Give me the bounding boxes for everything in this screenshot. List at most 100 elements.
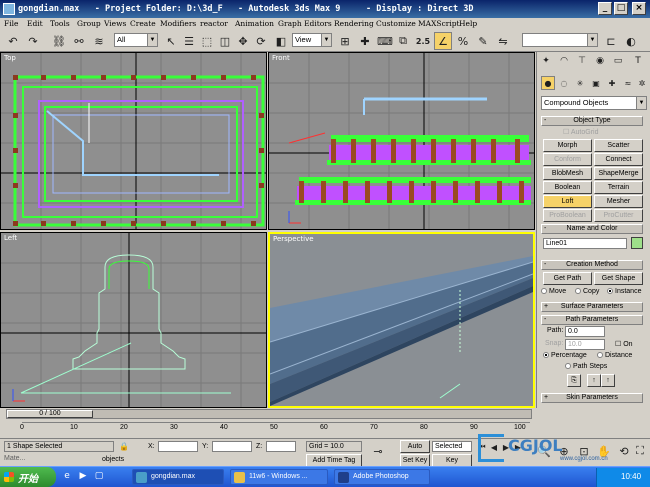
viewport-front[interactable]: Front (268, 52, 535, 230)
scatter-button[interactable]: Scatter (594, 139, 643, 152)
taskbar-item-photoshop[interactable]: Adobe Photoshop (334, 469, 430, 485)
autogrid-checkbox[interactable]: ☐ AutoGrid (563, 128, 598, 136)
menu-tools[interactable]: Tools (50, 19, 70, 28)
menu-help[interactable]: Help (459, 19, 477, 28)
quick-launch-ie-icon[interactable]: e (60, 469, 74, 483)
menu-views[interactable]: Views (104, 19, 126, 28)
distance-radio[interactable]: Distance (597, 352, 632, 359)
boolean-button[interactable]: Boolean (543, 181, 592, 194)
menu-group[interactable]: Group (77, 19, 101, 28)
menu-graph-editors[interactable]: Graph Editors (278, 19, 332, 28)
auto-key-button[interactable]: Auto Key (400, 440, 430, 461)
previous-shape-icon[interactable]: ↑ (587, 374, 601, 387)
x-coordinate-field[interactable] (158, 441, 198, 452)
quick-launch-desktop-icon[interactable]: ▢ (92, 469, 106, 483)
menu-create[interactable]: Create (130, 19, 156, 28)
start-button[interactable]: 开始 (0, 467, 56, 487)
mirror-icon[interactable]: ⇋ (494, 32, 512, 50)
get-path-button[interactable]: Get Path (543, 272, 592, 285)
angle-snap-icon[interactable]: 2.5 (414, 32, 432, 50)
path-steps-radio[interactable]: Path Steps (565, 363, 607, 370)
utilities-tab-icon[interactable]: T (631, 54, 645, 68)
key-mode-icon[interactable]: ⊸ (370, 443, 386, 459)
select-move-icon[interactable]: ✥ (234, 32, 252, 50)
select-manipulate-icon[interactable]: ✚ (356, 32, 374, 50)
path-value-field[interactable]: 0.0 (565, 326, 605, 337)
systems-category-icon[interactable]: ✲ (635, 76, 649, 90)
surface-parameters-rollout[interactable]: + Surface Parameters (541, 302, 643, 312)
helpers-category-icon[interactable]: ✚ (605, 76, 619, 90)
creation-method-rollout[interactable]: - Creation Method (541, 260, 643, 270)
taskbar-item-3dsmax[interactable]: gongdian.max (132, 469, 224, 485)
blobmesh-button[interactable]: BlobMesh (543, 167, 592, 180)
link-icon[interactable]: ⛓ (50, 32, 68, 50)
maxscript-listener[interactable]: Mate... (4, 455, 25, 462)
minimize-button[interactable]: _ (598, 2, 612, 15)
window-crossing-icon[interactable]: ◫ (216, 32, 234, 50)
viewport-top[interactable]: Top (0, 52, 267, 230)
hierarchy-tab-icon[interactable]: ⊤ (575, 54, 589, 68)
menu-reactor[interactable]: reactor (200, 19, 228, 28)
modify-tab-icon[interactable]: ◠ (557, 54, 571, 68)
motion-tab-icon[interactable]: ◉ (593, 54, 607, 68)
next-shape-icon[interactable]: ↑ (601, 374, 615, 387)
conform-button[interactable]: Conform (543, 153, 592, 166)
viewport-left[interactable]: Left (0, 232, 267, 408)
menu-maxscript[interactable]: MAXScript (418, 19, 460, 28)
redo-icon[interactable]: ↷ (24, 32, 42, 50)
z-coordinate-field[interactable] (266, 441, 296, 452)
selection-filter-dropdown[interactable]: All ▼ (114, 33, 158, 47)
select-rotate-icon[interactable]: ⟳ (252, 32, 270, 50)
loft-button[interactable]: Loft (543, 195, 592, 208)
morph-button[interactable]: Morph (543, 139, 592, 152)
lock-selection-icon[interactable]: 🔒 (118, 440, 130, 452)
snap-value-field[interactable]: 10.0 (565, 339, 605, 350)
align-icon[interactable]: ⊏ (602, 32, 620, 50)
menu-file[interactable]: File (4, 19, 18, 28)
get-shape-button[interactable]: Get Shape (594, 272, 643, 285)
pick-shape-icon[interactable]: ⎘ (567, 374, 581, 387)
material-editor-icon[interactable]: ◐ (622, 32, 640, 50)
skin-parameters-rollout[interactable]: + Skin Parameters (541, 393, 643, 403)
menu-animation[interactable]: Animation (235, 19, 274, 28)
spacewarps-category-icon[interactable]: ≈ (621, 76, 635, 90)
lights-category-icon[interactable]: ✳ (573, 76, 587, 90)
pivot-center-icon[interactable]: ⊞ (336, 32, 354, 50)
object-color-swatch[interactable] (631, 237, 643, 249)
cameras-category-icon[interactable]: ▣ (589, 76, 603, 90)
time-slider[interactable]: 0 / 100 (6, 409, 532, 419)
geometry-category-icon[interactable]: ● (541, 76, 555, 90)
spinner-snap-icon[interactable]: % (454, 32, 472, 50)
display-tab-icon[interactable]: ▭ (611, 54, 625, 68)
path-parameters-rollout[interactable]: - Path Parameters (541, 315, 643, 325)
create-tab-icon[interactable]: ✦ (539, 54, 553, 68)
mesher-button[interactable]: Mesher (594, 195, 643, 208)
object-type-rollout[interactable]: - Object Type (541, 116, 643, 126)
select-by-name-icon[interactable]: ☰ (180, 32, 198, 50)
snap-on-checkbox[interactable]: ☐ On (615, 340, 633, 348)
taskbar-item-explorer[interactable]: 11w6 - Windows ... (230, 469, 328, 485)
shapes-category-icon[interactable]: ◌ (557, 76, 571, 90)
maximize-button[interactable]: □ (614, 2, 628, 15)
terrain-button[interactable]: Terrain (594, 181, 643, 194)
percentage-radio[interactable]: Percentage (543, 352, 587, 359)
select-object-icon[interactable]: ↖ (162, 32, 180, 50)
quick-launch-media-icon[interactable]: ▶ (76, 469, 90, 483)
close-button[interactable]: × (632, 2, 646, 15)
menu-edit[interactable]: Edit (27, 19, 43, 28)
percent-snap-icon[interactable]: ∠ (434, 32, 452, 50)
undo-icon[interactable]: ↶ (4, 32, 22, 50)
object-name-field[interactable]: Line01 (543, 238, 627, 249)
procutter-button[interactable]: ProCutter (594, 209, 643, 222)
select-scale-icon[interactable]: ◧ (272, 32, 290, 50)
y-coordinate-field[interactable] (212, 441, 252, 452)
key-selection-dropdown[interactable]: Selected (432, 441, 472, 452)
menu-modifiers[interactable]: Modifiers (160, 19, 196, 28)
time-slider-thumb[interactable]: 0 / 100 (7, 410, 93, 418)
keyboard-shortcut-icon[interactable]: ⌨ (376, 32, 394, 50)
instance-radio[interactable]: Instance (607, 288, 641, 295)
proboolean-button[interactable]: ProBoolean (543, 209, 592, 222)
category-dropdown[interactable]: Compound Objects ▼ (541, 96, 647, 110)
snaps-toggle-icon[interactable]: ⧉ (394, 32, 412, 50)
menu-rendering[interactable]: Rendering (334, 19, 374, 28)
